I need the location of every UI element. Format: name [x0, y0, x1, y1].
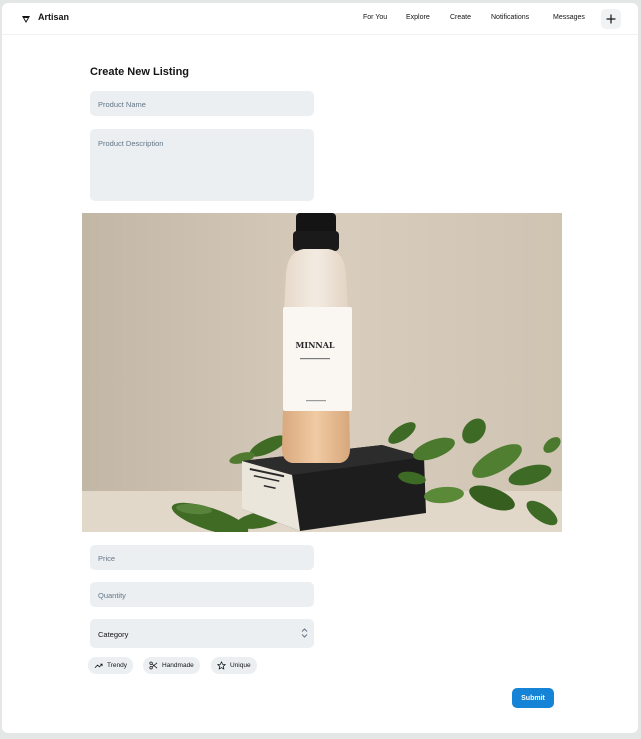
quantity-input[interactable]: Quantity [90, 582, 314, 607]
product-name-input[interactable]: Product Name [90, 91, 314, 116]
nav-create[interactable]: Create [450, 14, 471, 21]
tag-handmade-label: Handmade [162, 662, 194, 669]
plus-icon [606, 14, 616, 24]
top-nav-bar: Artisan For You Explore Create Notificat… [2, 3, 638, 35]
category-select[interactable]: Category [90, 619, 314, 648]
product-image: MINNAL [82, 213, 562, 532]
nav-for-you[interactable]: For You [363, 14, 387, 21]
app-window: Artisan For You Explore Create Notificat… [2, 3, 638, 733]
nav-explore[interactable]: Explore [406, 14, 430, 21]
price-input[interactable]: Price [90, 545, 314, 570]
product-name-placeholder: Product Name [98, 100, 146, 109]
price-placeholder: Price [98, 554, 116, 563]
tag-trendy-label: Trendy [107, 662, 127, 669]
brand-name[interactable]: Artisan [38, 12, 69, 22]
tag-unique-label: Unique [230, 662, 251, 669]
page-title: Create New Listing [90, 66, 190, 78]
tag-trendy[interactable]: Trendy [88, 657, 133, 674]
scissors-icon [149, 661, 158, 670]
submit-button[interactable]: Submit [512, 688, 554, 708]
add-button[interactable] [601, 9, 621, 29]
bottle-brand-text: MINNAL [295, 340, 334, 350]
star-icon [217, 661, 226, 670]
nav-messages[interactable]: Messages [553, 14, 585, 21]
tag-handmade[interactable]: Handmade [143, 657, 200, 674]
trending-up-icon [94, 663, 103, 669]
tag-unique[interactable]: Unique [211, 657, 257, 674]
quantity-placeholder: Quantity [98, 591, 126, 600]
brand-logo-icon [22, 16, 30, 23]
chevron-up-down-icon [301, 628, 308, 638]
product-description-textarea[interactable]: Product Description [90, 129, 314, 201]
category-select-value: Category [98, 630, 129, 639]
nav-notifications[interactable]: Notifications [491, 14, 529, 21]
product-description-placeholder: Product Description [98, 139, 164, 148]
